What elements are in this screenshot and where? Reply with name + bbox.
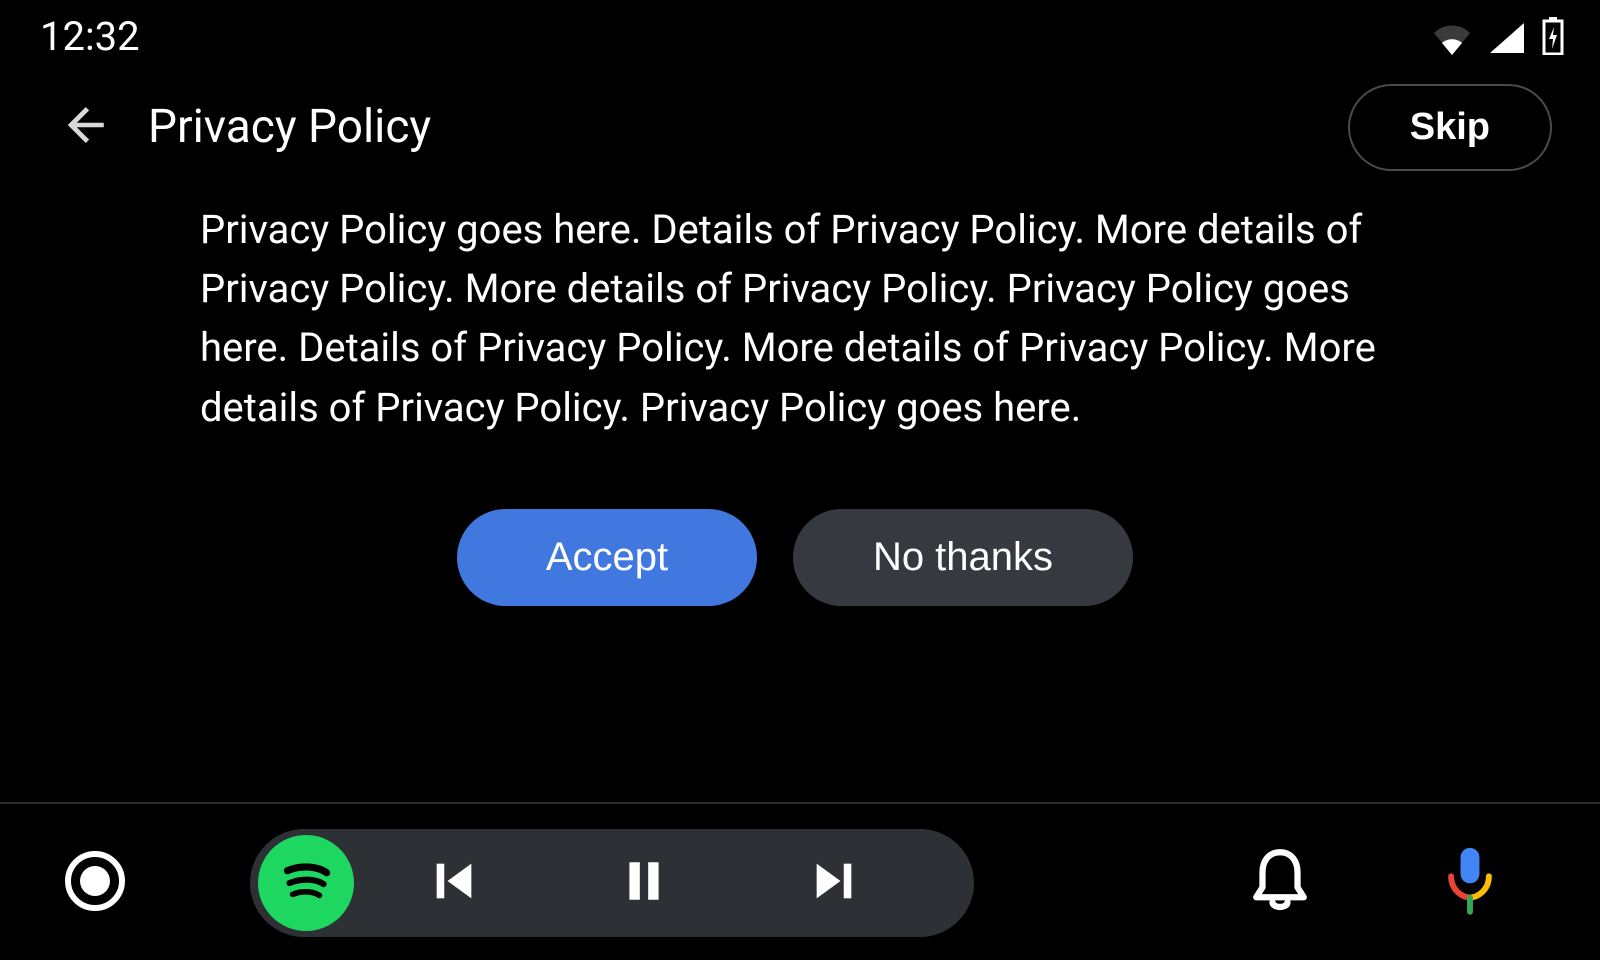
accept-button[interactable]: Accept bbox=[457, 509, 757, 606]
media-app-button[interactable] bbox=[258, 835, 354, 931]
page-title: Privacy Policy bbox=[148, 100, 1348, 154]
next-track-button[interactable] bbox=[744, 833, 924, 933]
arrow-left-icon bbox=[61, 98, 115, 156]
bottom-divider bbox=[0, 802, 1600, 804]
action-buttons: Accept No thanks bbox=[200, 509, 1390, 606]
wifi-icon bbox=[1432, 23, 1472, 55]
microphone-icon bbox=[1444, 845, 1496, 921]
nav-bar bbox=[0, 805, 1600, 960]
back-button[interactable] bbox=[52, 91, 124, 163]
battery-charging-icon bbox=[1542, 17, 1564, 55]
main-content: Privacy Policy goes here. Details of Pri… bbox=[0, 182, 1600, 606]
previous-track-button[interactable] bbox=[364, 833, 544, 933]
play-pause-button[interactable] bbox=[554, 833, 734, 933]
status-bar: 12:32 bbox=[0, 0, 1600, 72]
cellular-icon bbox=[1488, 21, 1526, 55]
notifications-button[interactable] bbox=[1240, 843, 1320, 923]
spotify-icon bbox=[273, 848, 339, 918]
bell-icon bbox=[1250, 847, 1310, 919]
status-time: 12:32 bbox=[40, 13, 140, 60]
pause-icon bbox=[619, 854, 669, 912]
policy-text: Privacy Policy goes here. Details of Pri… bbox=[200, 200, 1390, 437]
media-controls bbox=[250, 829, 974, 937]
status-icons bbox=[1432, 17, 1564, 55]
skip-button[interactable]: Skip bbox=[1348, 84, 1552, 171]
skip-next-icon bbox=[808, 855, 860, 911]
header: Privacy Policy Skip bbox=[0, 72, 1600, 182]
nav-right bbox=[1240, 843, 1510, 923]
home-button[interactable] bbox=[60, 848, 130, 918]
decline-button[interactable]: No thanks bbox=[793, 509, 1133, 606]
circle-home-icon bbox=[64, 850, 126, 916]
skip-previous-icon bbox=[428, 855, 480, 911]
voice-assistant-button[interactable] bbox=[1430, 843, 1510, 923]
